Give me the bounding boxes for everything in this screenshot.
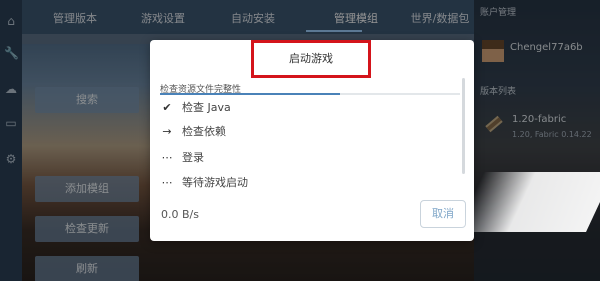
ellipsis-icon: ⋯ bbox=[161, 151, 173, 164]
scrollbar[interactable] bbox=[462, 78, 465, 174]
step-login: ⋯ 登录 bbox=[160, 148, 460, 168]
step-label: 等待游戏启动 bbox=[182, 176, 248, 189]
ellipsis-icon: ⋯ bbox=[161, 176, 173, 189]
step-check-java: ✔ 检查 Java bbox=[160, 98, 460, 118]
dialog-title: 启动游戏 bbox=[289, 52, 333, 65]
step-check-deps: → 检查依赖 bbox=[160, 122, 460, 142]
step-label: 登录 bbox=[182, 151, 204, 164]
title-highlight-box: 启动游戏 bbox=[251, 40, 371, 78]
arrow-right-icon: → bbox=[162, 125, 172, 138]
step-label: 检查依赖 bbox=[182, 125, 226, 138]
check-icon: ✔ bbox=[162, 101, 172, 114]
launch-game-dialog: 启动游戏 检查资源文件完整性 ✔ 检查 Java → 检查依赖 ⋯ 登录 ⋯ 等… bbox=[150, 40, 474, 241]
progress-bar bbox=[160, 93, 460, 95]
download-speed: 0.0 B/s bbox=[161, 208, 199, 221]
step-label: 检查 Java bbox=[182, 101, 231, 114]
progress-fill bbox=[160, 93, 340, 95]
step-wait-game: ⋯ 等待游戏启动 bbox=[160, 173, 460, 193]
